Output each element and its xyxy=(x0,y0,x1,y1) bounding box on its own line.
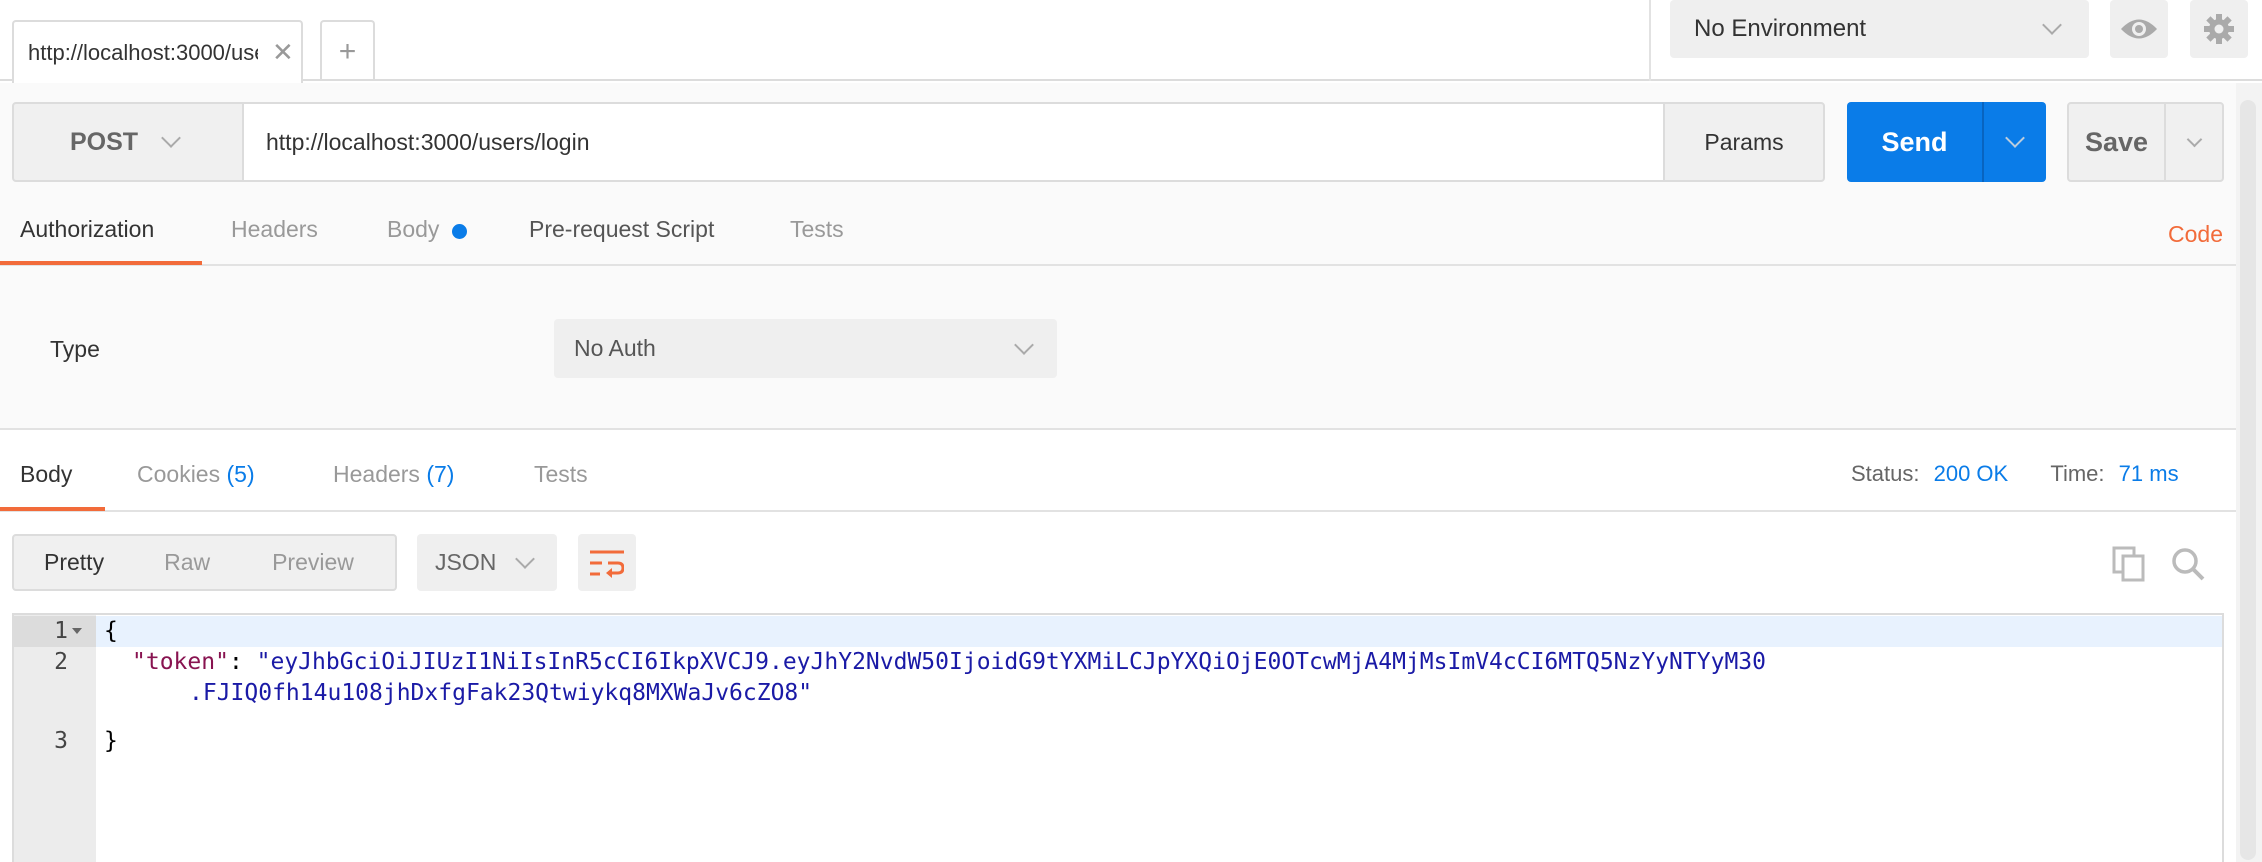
line-number: 3 xyxy=(54,728,68,754)
tab-title: http://localhost:3000/users/login xyxy=(28,39,258,65)
tab-pre-request-script[interactable]: Pre-request Script xyxy=(529,216,714,243)
close-icon[interactable]: ✕ xyxy=(272,37,294,68)
request-tab[interactable]: http://localhost:3000/users/login ✕ xyxy=(12,20,303,83)
chevron-down-icon xyxy=(161,128,181,148)
send-button-group: Send xyxy=(1847,102,2046,182)
eye-icon xyxy=(2121,19,2157,39)
tab-label: Cookies xyxy=(137,461,221,487)
url-input[interactable]: http://localhost:3000/users/login xyxy=(242,102,1665,182)
settings-button[interactable] xyxy=(2190,0,2248,58)
status-label: Status: xyxy=(1851,461,1920,486)
chevron-down-icon xyxy=(2186,131,2202,147)
save-button[interactable]: Save xyxy=(2069,104,2166,180)
copy-icon[interactable] xyxy=(2112,546,2146,582)
save-button-group: Save xyxy=(2067,102,2224,182)
code-line-wrapped: .FJIQ0fh14u108jhDxfgFak23Qtwiykq8MXWaJv6… xyxy=(189,678,812,709)
fold-arrow-icon[interactable] xyxy=(72,628,82,634)
environment-select[interactable]: No Environment xyxy=(1670,0,2089,58)
send-button[interactable]: Send xyxy=(1847,102,1984,182)
divider xyxy=(0,510,2236,512)
chevron-down-icon xyxy=(515,548,536,569)
send-options-button[interactable] xyxy=(1984,102,2046,182)
wrap-icon xyxy=(590,550,624,578)
save-options-button[interactable] xyxy=(2166,104,2222,180)
params-button[interactable]: Params xyxy=(1663,102,1825,182)
json-string: .FJIQ0fh14u108jhDxfgFak23Qtwiykq8MXWaJv6… xyxy=(189,680,813,706)
environment-value: No Environment xyxy=(1694,15,1867,42)
format-value: JSON xyxy=(435,549,497,575)
response-tab-tests[interactable]: Tests xyxy=(534,461,588,488)
response-tab-cookies[interactable]: Cookies (5) xyxy=(137,461,255,488)
tab-headers[interactable]: Headers xyxy=(231,216,318,243)
code-link[interactable]: Code xyxy=(2168,221,2223,248)
auth-type-label: Type xyxy=(50,336,100,362)
response-body-editor[interactable]: 1 2 3 { "token": "eyJhbGciOiJIUzI1NiIsIn… xyxy=(12,613,2224,862)
response-tab-body[interactable]: Body xyxy=(20,461,72,488)
divider xyxy=(1649,0,1651,81)
method-value: POST xyxy=(70,127,139,156)
response-tab-headers[interactable]: Headers (7) xyxy=(333,461,454,488)
line-number: 1 xyxy=(54,618,68,644)
view-raw[interactable]: Raw xyxy=(164,549,210,576)
wrap-lines-button[interactable] xyxy=(578,534,636,591)
chevron-down-icon xyxy=(1014,334,1034,355)
time-value: 71 ms xyxy=(2118,461,2179,486)
headers-count: (7) xyxy=(426,461,455,487)
cookies-count: (5) xyxy=(226,461,255,487)
active-tab-indicator xyxy=(0,261,202,265)
auth-type-value: No Auth xyxy=(574,335,656,361)
body-modified-dot xyxy=(452,224,467,239)
view-preview[interactable]: Preview xyxy=(272,549,354,576)
tab-label: Headers xyxy=(333,461,420,487)
status-value: 200 OK xyxy=(1933,461,2009,486)
json-string: "eyJhbGciOiJIUzI1NiIsInR5cCI6IkpXVCJ9.ey… xyxy=(256,649,1766,675)
code-line: "token": "eyJhbGciOiJIUzI1NiIsInR5cCI6Ik… xyxy=(132,647,1766,678)
divider xyxy=(0,428,2236,430)
active-line-highlight xyxy=(14,616,2222,647)
code-line: } xyxy=(104,728,118,754)
chevron-down-icon xyxy=(2042,15,2062,35)
view-pretty[interactable]: Pretty xyxy=(44,549,104,576)
json-colon: : xyxy=(228,649,257,675)
method-select[interactable]: POST xyxy=(12,102,244,182)
line-number: 2 xyxy=(54,649,68,675)
code-line: { xyxy=(104,618,118,644)
divider xyxy=(0,264,2236,266)
scrollbar-thumb[interactable] xyxy=(2240,100,2256,860)
gear-icon xyxy=(2204,14,2234,44)
format-select[interactable]: JSON xyxy=(417,534,557,591)
auth-type-select[interactable]: No Auth xyxy=(554,319,1057,378)
tab-authorization[interactable]: Authorization xyxy=(20,216,154,243)
response-status: Status: 200 OK Time: 71 ms xyxy=(1851,461,2179,487)
view-mode-group: Pretty Raw Preview xyxy=(12,534,397,591)
tab-tests[interactable]: Tests xyxy=(790,216,844,243)
active-tab-indicator xyxy=(0,507,105,511)
tab-body[interactable]: Body xyxy=(387,216,439,243)
new-tab-button[interactable]: + xyxy=(320,20,375,81)
chevron-down-icon xyxy=(2005,128,2025,148)
json-key: "token" xyxy=(132,649,229,675)
time-label: Time: xyxy=(2050,461,2105,486)
eye-button[interactable] xyxy=(2110,0,2168,58)
search-icon[interactable] xyxy=(2170,546,2206,582)
